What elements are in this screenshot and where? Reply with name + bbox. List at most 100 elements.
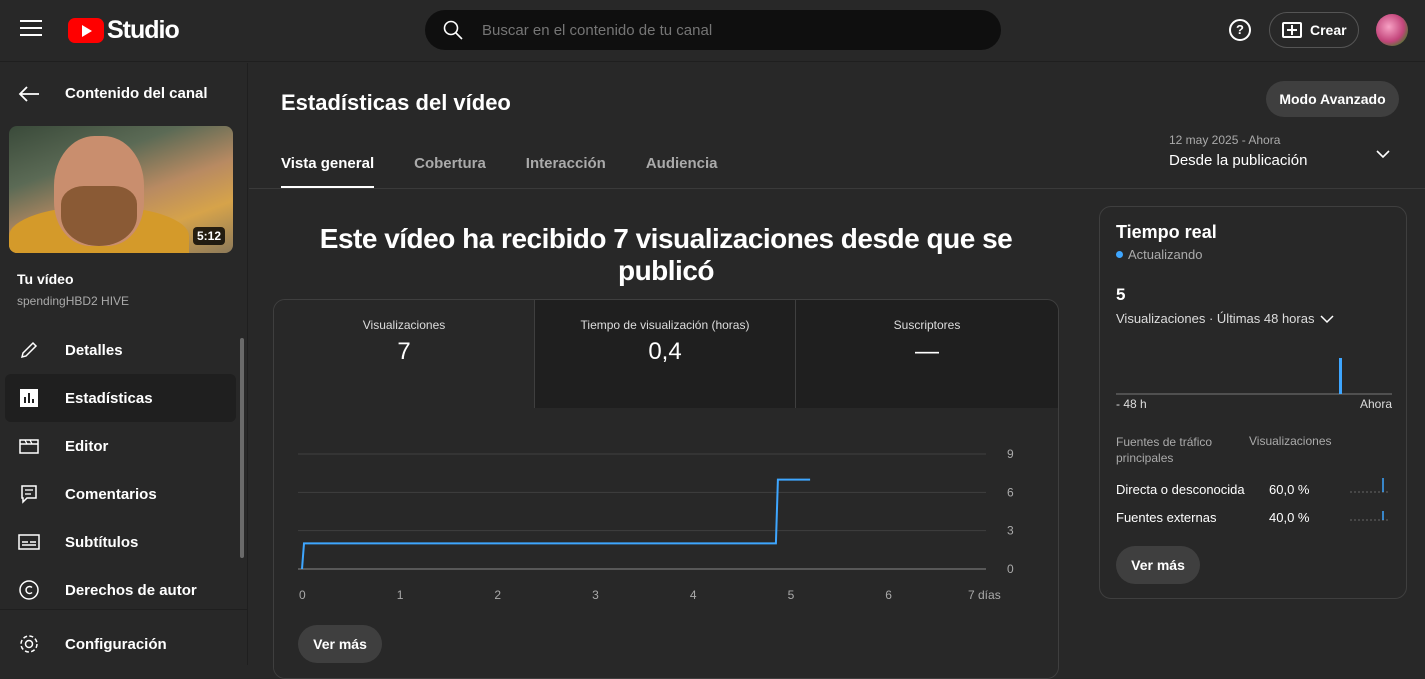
y-tick-label: 3 [1007,524,1014,538]
avatar[interactable] [1376,14,1408,46]
top-bar: Studio ? Crear [0,0,1425,62]
help-icon[interactable]: ? [1229,19,1251,41]
source-sparkline [1350,478,1390,493]
analytics-tabs: Vista general Cobertura Interacción Audi… [281,155,758,189]
tab-overview[interactable]: Vista general [281,155,375,189]
clapper-icon [18,435,40,457]
metric-subscribers[interactable]: Suscriptores — [796,300,1058,408]
pencil-icon [18,339,40,361]
x-tick-label: 1 [397,588,404,602]
date-range-selector[interactable]: 12 may 2025 - Ahora Desde la publicación [1169,133,1307,169]
date-range-label: Desde la publicación [1169,152,1308,169]
realtime-card: Tiempo real Actualizando 5 Visualizacion… [1099,206,1407,599]
video-duration: 5:12 [192,227,225,245]
sidebar-item-label: Configuración [65,635,167,653]
realtime-bar [1339,358,1342,394]
realtime-bar-chart [1116,358,1392,395]
axis-start-label: - 48 h [1116,397,1147,411]
realtime-see-more-button[interactable]: Ver más [1116,546,1200,584]
sidebar-scrollbar[interactable] [240,338,244,558]
source-name: Directa o desconocida [1116,482,1245,497]
metric-label: Tiempo de visualización (horas) [580,318,750,332]
main-content: Estadísticas del vídeo Modo Avanzado 12 … [249,63,1425,679]
metric-watch-time[interactable]: Tiempo de visualización (horas) 0,4 [535,300,796,408]
x-tick-label: 7 días [968,588,1001,602]
metric-value: 0,4 [648,338,682,365]
metric-views[interactable]: Visualizaciones 7 [274,300,535,408]
x-tick-label: 2 [494,588,501,602]
x-tick-label: 3 [592,588,599,602]
metric-label: Suscriptores [893,318,961,332]
chevron-down-icon[interactable] [1376,147,1390,161]
logo-text: Studio [107,16,180,44]
sidebar-item-label: Estadísticas [65,389,153,407]
y-tick-label: 0 [1007,562,1014,576]
create-label: Crear [1310,22,1347,38]
create-button[interactable]: Crear [1269,12,1359,48]
views-chart: 0 3 6 9 0 1 2 3 4 5 6 7 días Ver más [274,408,1058,678]
see-more-button[interactable]: Ver más [298,625,382,663]
sidebar-item-settings[interactable]: Configuración [5,620,236,668]
video-thumbnail[interactable]: 5:12 [9,126,233,253]
source-percent: 60,0 % [1269,482,1310,497]
source-percent: 40,0 % [1269,510,1310,525]
sources-header-label: Fuentes de tráfico principales [1116,435,1213,465]
sidebar-item-analytics[interactable]: Estadísticas [5,374,236,422]
realtime-title: Tiempo real [1116,222,1217,242]
search-input[interactable] [482,21,962,39]
tab-reach[interactable]: Cobertura [414,155,486,189]
realtime-period-selector[interactable]: Visualizaciones · Últimas 48 horas [1116,311,1335,326]
views-headline: Este vídeo ha recibido 7 visualizaciones… [319,223,1013,286]
metric-label: Visualizaciones [362,318,446,332]
comment-icon [18,483,40,505]
your-video-label: Tu vídeo [17,271,74,287]
sidebar: Contenido del canal 5:12 Tu vídeo spendi… [0,63,248,665]
y-tick-label: 6 [1007,485,1014,499]
sidebar-item-copyright[interactable]: Derechos de autor [5,566,236,614]
channel-name: spendingHBD2 HIVE [17,294,130,308]
sidebar-item-subtitles[interactable]: Subtítulos [5,518,236,566]
sidebar-item-details[interactable]: Detalles [5,326,236,374]
x-tick-label: 0 [299,588,306,602]
sidebar-item-label: Subtítulos [65,533,139,551]
views-header-label: Visualizaciones [1249,434,1332,448]
sidebar-item-label: Comentarios [65,485,157,503]
realtime-axis: - 48 h Ahora [1116,397,1392,411]
realtime-status: Actualizando [1116,247,1202,262]
youtube-logo-icon [68,18,104,43]
studio-logo[interactable]: Studio [68,16,180,45]
realtime-count: 5 [1116,285,1126,304]
tabs-divider [249,188,1425,189]
thumbnail-beard [61,186,137,246]
advanced-mode-button[interactable]: Modo Avanzado [1266,81,1399,117]
tab-engagement[interactable]: Interacción [526,155,606,189]
sidebar-item-editor[interactable]: Editor [5,422,236,470]
settings-section: Configuración [0,609,248,665]
subtitles-icon [18,531,40,553]
sidebar-item-label: Detalles [65,341,123,359]
menu-icon[interactable] [20,20,42,40]
y-tick-label: 9 [1007,447,1014,461]
realtime-status-text: Actualizando [1128,247,1203,262]
copyright-icon [18,579,40,601]
x-tick-label: 5 [788,588,795,602]
search-bar[interactable] [425,10,1001,50]
back-arrow-icon[interactable] [18,85,40,103]
metric-value: — [915,338,939,365]
sidebar-item-comments[interactable]: Comentarios [5,470,236,518]
chevron-down-icon [1320,314,1334,323]
gear-icon [18,633,40,655]
metrics-card: Visualizaciones 7 Tiempo de visualizació… [273,299,1059,679]
realtime-subtitle: Visualizaciones · Últimas 48 horas [1116,311,1315,326]
channel-content-link[interactable]: Contenido del canal [65,85,208,102]
views-line-chart: 0 3 6 9 0 1 2 3 4 5 6 7 días [298,447,1014,602]
sidebar-item-label: Editor [65,437,109,455]
sidebar-item-label: Derechos de autor [65,581,197,599]
create-video-icon [1282,22,1302,38]
x-tick-label: 4 [690,588,697,602]
page-title: Estadísticas del vídeo [281,90,511,115]
analytics-icon [18,387,40,409]
source-sparkline [1350,511,1390,521]
axis-end-label: Ahora [1359,397,1392,411]
tab-audience[interactable]: Audiencia [646,155,718,189]
